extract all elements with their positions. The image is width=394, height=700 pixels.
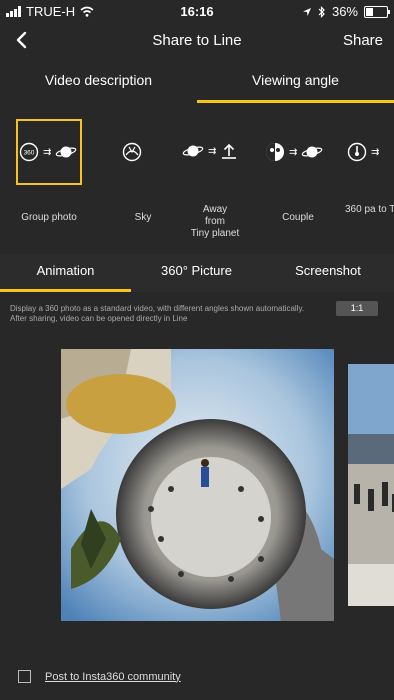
angle-label: Group photo [21,212,77,223]
tab-360-picture[interactable]: 360° Picture [131,263,262,278]
battery-percent: 36% [331,4,358,19]
active-subtab-indicator [0,289,131,292]
community-post-row[interactable]: Post to Insta360 community [18,670,181,683]
battery-icon [364,5,390,18]
nav-bar: Share to Line Share [0,22,394,60]
couple-icon [266,143,284,161]
page-title: Share to Line [152,32,242,49]
share-button[interactable]: Share [343,32,383,49]
arrow-icon: ⇉ [208,145,217,157]
crowd-photo [348,364,394,606]
angle-list: 360 ⇉ Group photo Sky ⇉ Away from Tiny p… [0,108,394,248]
planet-icon [182,145,204,157]
tiny-planet-photo [61,349,334,621]
tab-animation[interactable]: Animation [0,263,131,278]
angle-label: 360 pa to Tiny pla [345,204,394,215]
arrow-icon: ⇉ [371,146,380,158]
aspect-ratio-button[interactable]: 1:1 [336,301,378,316]
pan-360-icon [347,142,367,162]
planet-icon [302,146,323,158]
tab-video-description[interactable]: Video description [0,72,197,88]
arrow-icon: ⇉ [43,146,52,158]
location-icon [302,7,311,16]
tab-screenshot[interactable]: Screenshot [262,263,394,278]
bluetooth-icon [318,5,325,18]
360-icon: 360 [19,142,39,162]
upload-arrow-icon [222,143,237,159]
arrow-icon: ⇉ [289,146,298,158]
sky-icon [122,142,142,162]
active-tab-indicator [197,100,394,103]
planet-icon [56,146,77,158]
mode-description: Display a 360 photo as a standard video,… [10,304,305,323]
tab-viewing-angle[interactable]: Viewing angle [197,72,394,88]
status-bar: TRUE-H 16:16 36% [0,0,394,22]
output-type-tabs: Animation 360° Picture Screenshot [0,254,394,292]
next-preview-image[interactable] [348,364,394,606]
svg-text:360: 360 [24,150,35,157]
top-tabs: Video description Viewing angle [0,62,394,103]
community-post-link[interactable]: Post to Insta360 community [45,671,181,683]
angle-label: Couple [282,212,314,223]
community-checkbox[interactable] [18,670,31,683]
preview-image[interactable] [61,349,334,621]
angle-label: Away from Tiny planet [190,204,240,239]
